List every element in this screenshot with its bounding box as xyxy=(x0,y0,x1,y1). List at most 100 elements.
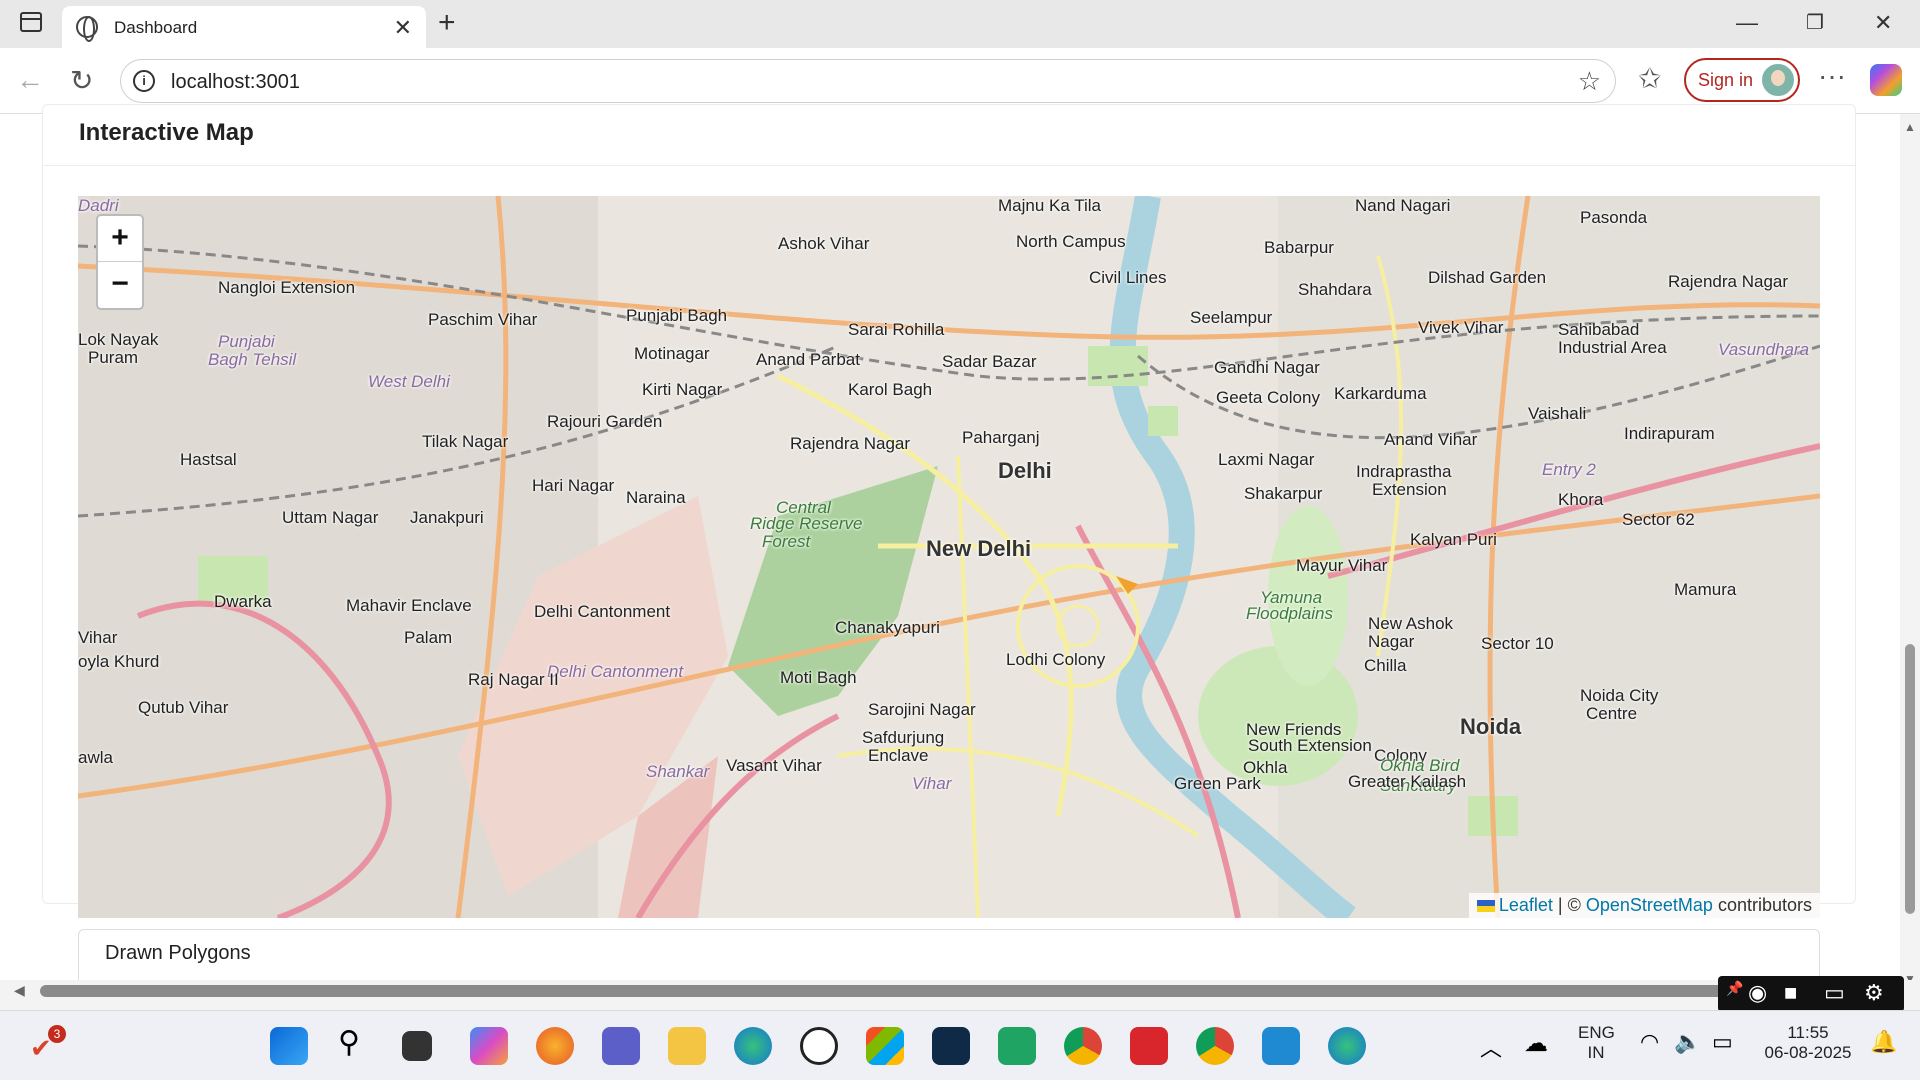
map-place-label: Forest xyxy=(762,532,811,551)
volume-icon[interactable]: 🔈 xyxy=(1674,1029,1701,1055)
map-place-label: Sarojini Nagar xyxy=(868,700,976,719)
more-menu-icon[interactable]: ··· xyxy=(1818,60,1846,92)
map-place-label: Kalyan Puri xyxy=(1410,530,1497,549)
map-place-label: Hastsal xyxy=(180,450,237,469)
chrome-profile-icon[interactable] xyxy=(1196,1027,1234,1065)
scroll-left-icon[interactable]: ◀ xyxy=(14,982,25,999)
interactive-map[interactable]: Majnu Ka Tila Nand Nagari Pasonda Ashok Vih… xyxy=(78,196,1820,918)
map-place-label: Chanakyapuri xyxy=(835,618,940,637)
map-place-label: Paschim Vihar xyxy=(428,310,538,329)
language-indicator[interactable]: ENG IN xyxy=(1578,1023,1615,1063)
openstreetmap-link[interactable]: OpenStreetMap xyxy=(1586,895,1713,915)
vertical-scroll-thumb[interactable] xyxy=(1905,644,1915,914)
avatar xyxy=(1760,62,1796,98)
horizontal-scrollbar[interactable]: ◀ xyxy=(0,980,1920,1002)
sidebar-toggle-icon[interactable] xyxy=(20,12,42,32)
map-place-label: Raj Nagar II xyxy=(468,670,559,689)
attribution-separator: | © xyxy=(1552,895,1586,915)
map-place-label: Gandhi Nagar xyxy=(1214,358,1320,377)
favorites-icon[interactable]: ✩ xyxy=(1638,62,1661,95)
map-place-label: Mayur Vihar xyxy=(1296,556,1388,575)
map-place-label: Delhi Cantonment xyxy=(534,602,671,621)
chevron-up-icon[interactable]: ︿ xyxy=(1480,1031,1502,1063)
map-place-label: Nand Nagari xyxy=(1355,196,1451,215)
url-text: localhost:3001 xyxy=(171,71,300,93)
refresh-icon[interactable]: ↻ xyxy=(70,64,93,97)
clock[interactable]: 11:55 06-08-2025 xyxy=(1758,1023,1858,1063)
edge-dev-icon[interactable] xyxy=(1328,1027,1366,1065)
store-icon[interactable] xyxy=(866,1027,904,1065)
globe-icon xyxy=(76,16,98,42)
teams-icon[interactable] xyxy=(602,1027,640,1065)
tab-dashboard[interactable]: Dashboard ✕ xyxy=(62,6,426,48)
map-place-label: Majnu Ka Tila xyxy=(998,196,1101,215)
copilot-taskbar-icon[interactable] xyxy=(470,1027,508,1065)
map-place-label: Shankar xyxy=(646,762,710,781)
map-place-label: Sarai Rohilla xyxy=(848,320,945,339)
dh-app-icon[interactable] xyxy=(932,1027,970,1065)
map-place-label: Tilak Nagar xyxy=(422,432,509,451)
close-window-icon[interactable]: ✕ xyxy=(1874,10,1892,36)
site-info-icon[interactable]: i xyxy=(133,70,155,92)
map-place-label: Kirti Nagar xyxy=(642,380,723,399)
clock-date: 06-08-2025 xyxy=(1764,1043,1852,1062)
restore-icon[interactable]: ❐ xyxy=(1806,10,1824,35)
sheets-icon[interactable] xyxy=(998,1027,1036,1065)
map-place-label: Hari Nagar xyxy=(532,476,615,495)
map-place-label: Pasonda xyxy=(1580,208,1648,227)
new-tab-icon[interactable]: + xyxy=(438,6,456,40)
wps-icon[interactable] xyxy=(1130,1027,1168,1065)
map-place-label: Ashok Vihar xyxy=(778,234,870,253)
notification-app-icon[interactable]: ✔ 3 xyxy=(30,1025,66,1063)
map-place-label: awla xyxy=(78,748,113,767)
map-place-label: Palam xyxy=(404,628,453,647)
camera-icon[interactable]: ◉ xyxy=(1748,980,1767,1006)
map-place-label: Naraina xyxy=(626,488,686,507)
map-place-label: Geeta Colony xyxy=(1216,388,1320,407)
onedrive-icon[interactable]: ☁ xyxy=(1524,1029,1548,1058)
scroll-up-icon[interactable]: ▲ xyxy=(1904,120,1916,134)
start-icon[interactable] xyxy=(270,1027,308,1065)
edge-icon[interactable] xyxy=(734,1027,772,1065)
close-tab-icon[interactable]: ✕ xyxy=(394,15,412,41)
video-icon[interactable]: ■ xyxy=(1784,980,1797,1006)
map-place-label: Civil Lines xyxy=(1089,268,1167,287)
firefox-icon[interactable] xyxy=(536,1027,574,1065)
map-place-label: West Delhi xyxy=(368,372,450,391)
favorite-star-icon[interactable]: ☆ xyxy=(1578,66,1601,97)
pin-icon[interactable]: 📌 xyxy=(1726,980,1743,997)
horizontal-scroll-thumb[interactable] xyxy=(40,985,1740,997)
browser-titlebar: Dashboard ✕ + — ❐ ✕ xyxy=(0,0,1920,48)
file-explorer-icon[interactable] xyxy=(668,1027,706,1065)
dell-icon[interactable] xyxy=(800,1027,838,1065)
map-place-label: Laxmi Nagar xyxy=(1218,450,1315,469)
wifi-icon[interactable]: ◠ xyxy=(1640,1029,1659,1055)
zoom-out-button[interactable]: − xyxy=(98,262,142,308)
window-icon[interactable]: ▭ xyxy=(1824,980,1845,1006)
card-title: Interactive Map xyxy=(79,119,254,146)
map-place-label: Vihar xyxy=(78,628,118,647)
search-icon[interactable]: ⚲ xyxy=(338,1025,360,1060)
map-place-label: North Campus xyxy=(1016,232,1126,251)
back-icon[interactable]: ← xyxy=(16,64,44,96)
task-view-icon[interactable] xyxy=(402,1031,432,1061)
map-place-label: Extension xyxy=(1372,480,1447,499)
map-place-label: Floodplains xyxy=(1246,604,1333,623)
card-divider xyxy=(43,165,1855,166)
map-place-label: oyla Khurd xyxy=(78,652,160,671)
sign-in-button[interactable]: Sign in xyxy=(1684,58,1800,102)
vscode-icon[interactable] xyxy=(1262,1027,1300,1065)
zoom-in-button[interactable]: + xyxy=(98,216,142,262)
settings-icon[interactable]: ⚙ xyxy=(1864,980,1884,1006)
map-place-label: Delhi xyxy=(998,458,1052,483)
language-code: ENG xyxy=(1578,1023,1615,1042)
notifications-icon[interactable]: 🔔 xyxy=(1870,1029,1897,1055)
address-bar[interactable]: i localhost:3001 ☆ xyxy=(120,59,1616,103)
chrome-icon[interactable] xyxy=(1064,1027,1102,1065)
minimize-icon[interactable]: — xyxy=(1736,10,1758,36)
leaflet-link[interactable]: Leaflet xyxy=(1499,895,1553,915)
vertical-scrollbar[interactable]: ▲ ▼ xyxy=(1900,114,1920,986)
map-place-label: Lodhi Colony xyxy=(1006,650,1106,669)
copilot-icon[interactable] xyxy=(1870,64,1902,96)
battery-icon[interactable]: ▭ xyxy=(1712,1029,1733,1055)
